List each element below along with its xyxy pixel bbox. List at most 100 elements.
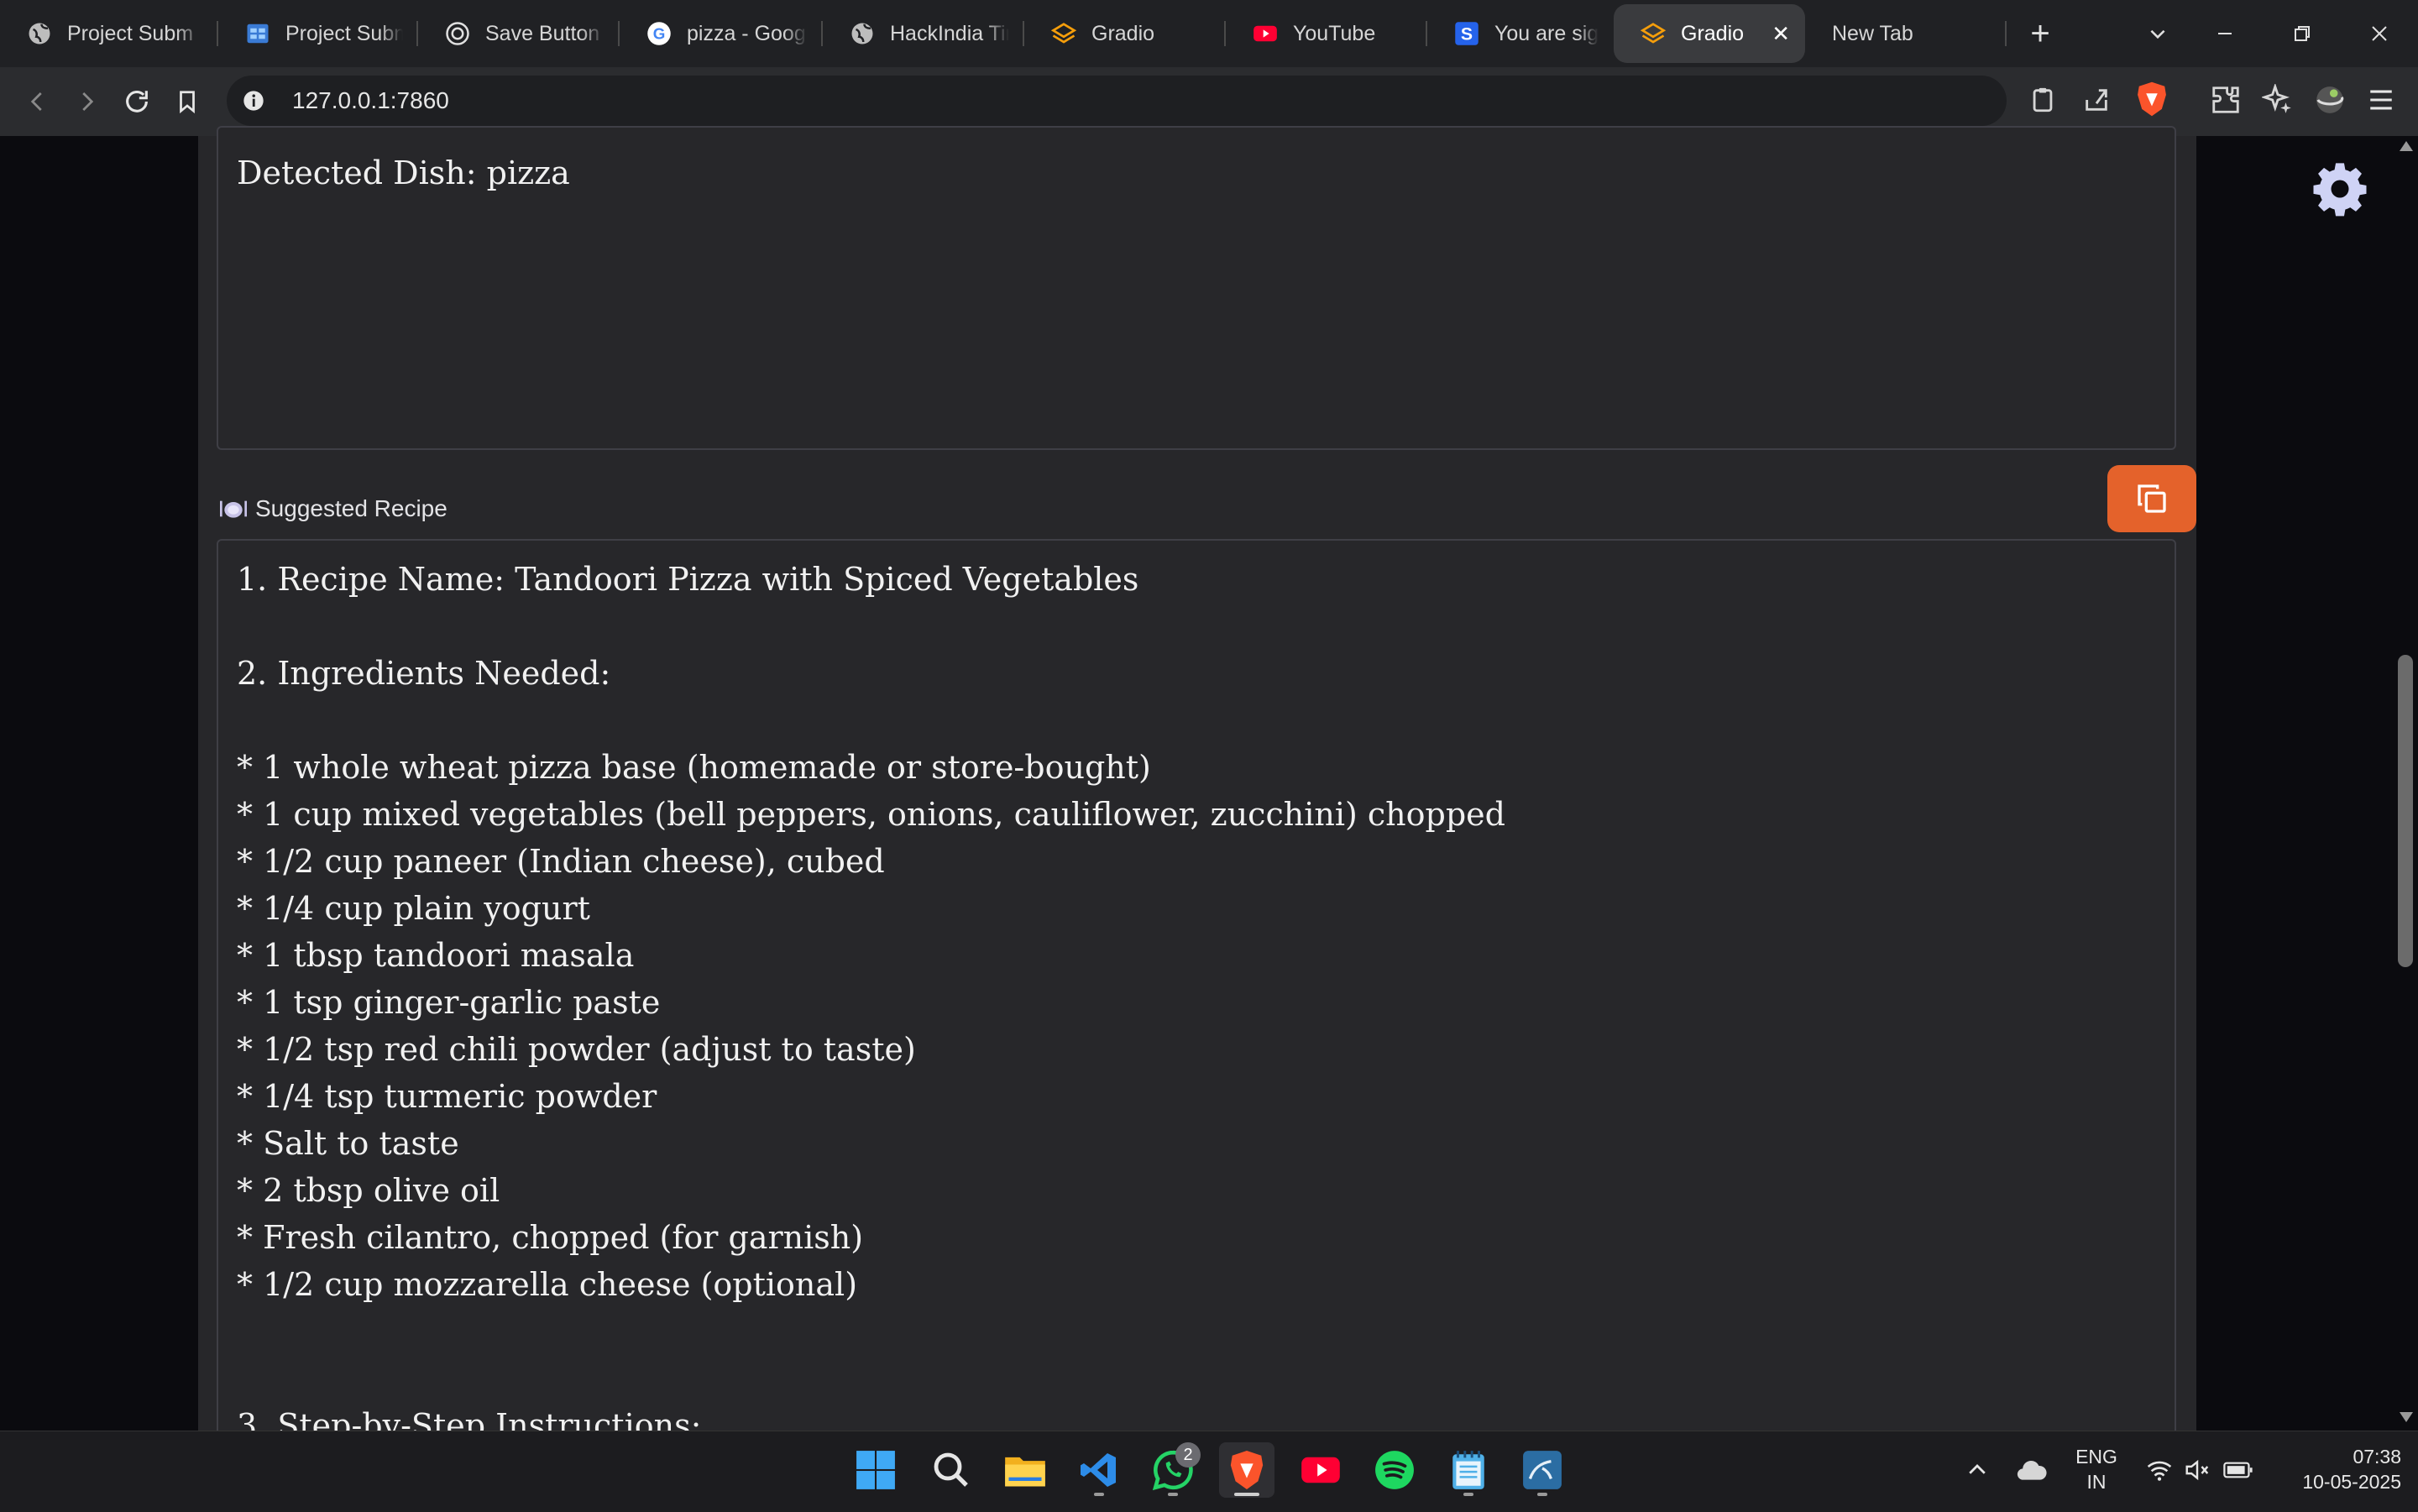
sheet-icon <box>245 21 270 46</box>
close-tab-icon[interactable]: ✕ <box>1772 21 1790 47</box>
close-window-button[interactable] <box>2354 0 2405 67</box>
tab-save-button[interactable]: Save Button f <box>418 4 620 63</box>
brave-shields-icon[interactable] <box>2134 81 2169 122</box>
tab-hackindia[interactable]: HackIndia Tin <box>823 4 1024 63</box>
recipe-line: * Fresh cilantro, chopped (for garnish) <box>237 1219 864 1256</box>
bookmark-button[interactable] <box>166 81 208 123</box>
address-url[interactable]: 127.0.0.1:7860 <box>292 87 449 114</box>
svg-text:S: S <box>1461 24 1473 44</box>
detected-dish-text: Detected Dish: pizza <box>237 154 570 191</box>
input-language-indicator[interactable]: ENG IN <box>2070 1444 2122 1494</box>
onedrive-icon[interactable] <box>2015 1456 2049 1488</box>
file-explorer-button[interactable] <box>997 1442 1053 1498</box>
tab-pizza-google[interactable]: G pizza - Googl <box>620 4 823 63</box>
mysql-workbench-button[interactable] <box>1515 1442 1570 1498</box>
settings-gear-icon[interactable] <box>2311 160 2369 218</box>
folder-icon <box>1005 1457 1045 1487</box>
extensions-icon[interactable] <box>2210 84 2242 120</box>
arrow-left-icon <box>30 92 42 111</box>
tab-search-button[interactable] <box>2133 0 2183 67</box>
gradio-icon <box>1641 21 1666 46</box>
restore-button[interactable] <box>2277 0 2327 67</box>
site-info-icon[interactable] <box>242 89 265 117</box>
recipe-label-text: Suggested Recipe <box>255 495 447 521</box>
wallet-icon[interactable] <box>2314 84 2346 120</box>
running-indicator <box>1168 1493 1178 1496</box>
language-code: ENG <box>2075 1446 2117 1468</box>
share-icon[interactable] <box>2082 86 2111 118</box>
scrollbar-thumb[interactable] <box>2398 655 2413 967</box>
battery-icon[interactable] <box>2223 1459 2253 1485</box>
search-icon <box>934 1452 968 1487</box>
bookmark-icon <box>180 91 195 114</box>
search-button[interactable] <box>924 1442 979 1498</box>
windows-logo-icon <box>856 1451 895 1489</box>
menu-icon[interactable] <box>2366 86 2396 118</box>
recipe-line: * 1/2 tsp red chili powder (adjust to ta… <box>237 1031 916 1068</box>
recipe-line: * 1/2 cup mozzarella cheese (optional) <box>237 1266 858 1303</box>
wifi-icon[interactable] <box>2146 1457 2173 1487</box>
chevron-up-icon <box>1969 1464 1986 1474</box>
scroll-down-arrow-icon[interactable] <box>2398 1410 2415 1428</box>
vscode-button[interactable] <box>1071 1442 1127 1498</box>
recipe-line: * 1/2 cup paneer (Indian cheese), cubed <box>237 843 885 880</box>
plus-icon: + <box>2030 14 2050 52</box>
recipe-line: * 1/4 cup plain yogurt <box>237 890 590 927</box>
brave-button[interactable] <box>1219 1442 1274 1498</box>
suggested-recipe-label: Suggested Recipe <box>220 495 447 522</box>
tab-title: Gradio <box>1091 21 1155 45</box>
back-button[interactable] <box>17 81 59 123</box>
minimize-icon <box>2218 33 2232 34</box>
tab-youtube[interactable]: YouTube <box>1226 4 1427 63</box>
recipe-line: * 1 cup mixed vegetables (bell peppers, … <box>237 796 1505 833</box>
tab-project-submission-1[interactable]: Project Subm <box>0 4 218 63</box>
clock-time: 07:38 <box>2353 1446 2401 1468</box>
start-button[interactable] <box>848 1442 903 1498</box>
copy-button[interactable] <box>2107 465 2196 532</box>
tab-gradio-active[interactable]: Gradio ✕ <box>1614 4 1805 63</box>
recipe-line: * Salt to taste <box>237 1125 459 1162</box>
tab-new-tab[interactable]: New Tab <box>1805 4 2007 63</box>
show-hidden-icons-button[interactable] <box>1965 1457 1990 1487</box>
windows-taskbar <box>0 1431 2418 1512</box>
youtube-app-button[interactable] <box>1293 1442 1348 1498</box>
notepad-icon <box>1452 1451 1484 1489</box>
spotify-icon <box>1375 1451 1414 1489</box>
svg-text:G: G <box>653 24 666 42</box>
reload-button[interactable] <box>116 81 158 123</box>
tab-title: Save Button f <box>485 21 604 45</box>
plate-icon <box>220 497 247 521</box>
recipe-line: 2. Ingredients Needed: <box>237 655 611 692</box>
spotify-button[interactable] <box>1367 1442 1422 1498</box>
tab-title: Project Subm <box>285 21 403 45</box>
recipe-line: * 1 tsp ginger-garlic paste <box>237 984 661 1021</box>
tab-title: HackIndia Tin <box>890 21 1009 45</box>
recipe-line: 1. Recipe Name: Tandoori Pizza with Spic… <box>237 561 1139 598</box>
chevron-down-icon <box>2150 29 2165 39</box>
tab-title: pizza - Googl <box>687 21 808 45</box>
system-clock[interactable]: 07:38 10-05-2025 <box>2267 1444 2401 1494</box>
whatsapp-button[interactable]: 2 <box>1145 1442 1201 1498</box>
running-indicator <box>1537 1493 1547 1496</box>
new-tab-button[interactable]: + <box>2015 0 2065 67</box>
scroll-up-arrow-icon[interactable] <box>2398 139 2415 157</box>
clipboard-icon[interactable] <box>2028 86 2057 118</box>
tab-title: Gradio <box>1681 21 1745 45</box>
leo-ai-icon[interactable] <box>2260 82 2294 120</box>
recipe-line: * 1 tbsp tandoori masala <box>237 937 635 974</box>
google-icon: G <box>646 21 672 46</box>
s-app-icon: S <box>1454 21 1479 46</box>
tab-title: Project Subm <box>67 21 194 45</box>
volume-muted-icon[interactable] <box>2183 1457 2211 1487</box>
tab-you-are-signed[interactable]: S You are signe <box>1427 4 1614 63</box>
address-bar[interactable] <box>227 76 2007 126</box>
tab-project-submission-2[interactable]: Project Subm <box>218 4 418 63</box>
running-indicator <box>1463 1493 1473 1496</box>
tab-gradio-1[interactable]: Gradio <box>1024 4 1226 63</box>
openai-icon <box>445 21 470 46</box>
restore-icon <box>2295 26 2310 41</box>
notepad-button[interactable] <box>1441 1442 1496 1498</box>
minimize-button[interactable] <box>2200 0 2250 67</box>
recipe-line: * 1 whole wheat pizza base (homemade or … <box>237 749 1151 786</box>
forward-button[interactable] <box>65 81 107 123</box>
